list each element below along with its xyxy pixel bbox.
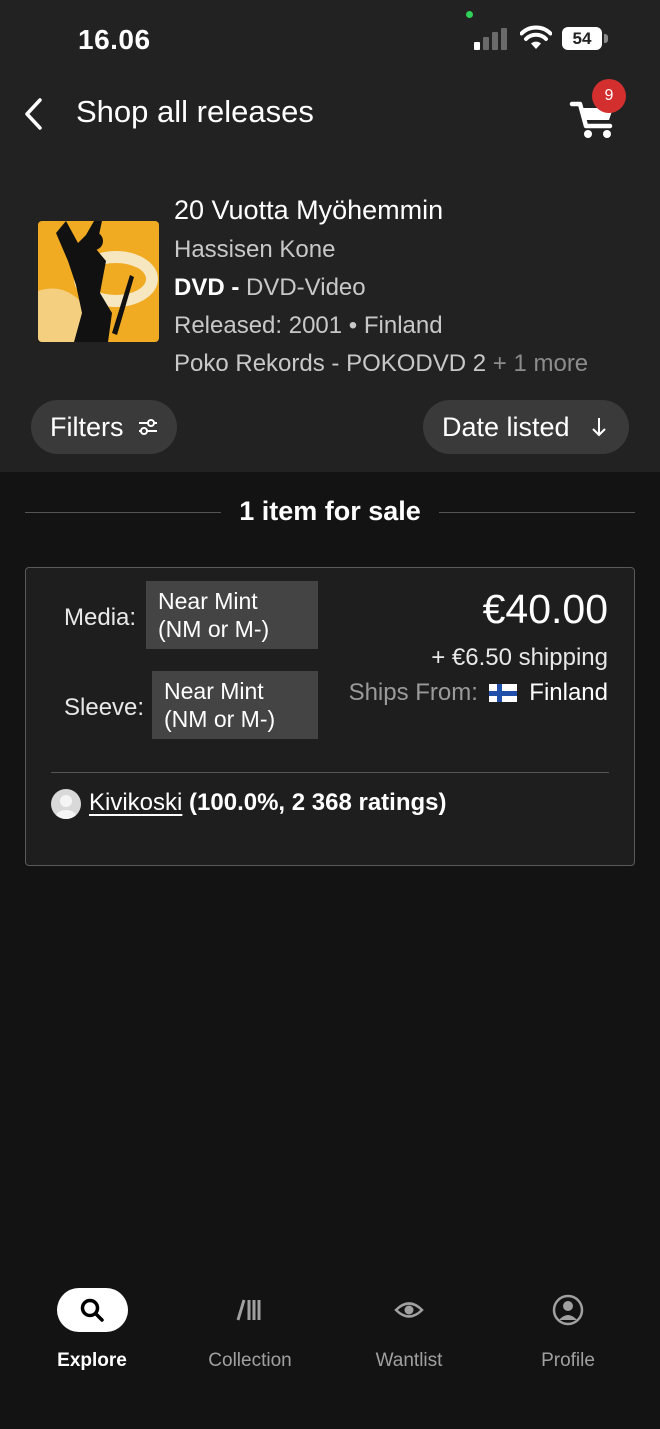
label-catalog: Poko Rekords - POKODVD 2: [174, 350, 487, 377]
label-more: + 1 more: [486, 350, 589, 377]
status-bar: 16.06 54: [0, 0, 660, 80]
sort-button[interactable]: Date listed: [423, 400, 629, 454]
items-for-sale-count: 1 item for sale: [239, 496, 421, 526]
ships-from-label: Ships From:: [348, 679, 478, 706]
format-detail: DVD-Video: [246, 274, 366, 301]
tab-label: Wantlist: [375, 1350, 443, 1371]
active-tab-indicator: [56, 1288, 128, 1332]
format-type: DVD -: [174, 274, 246, 301]
battery-icon: 54: [562, 27, 602, 50]
search-icon: [80, 1298, 104, 1322]
listing-divider: [51, 772, 609, 773]
release-cover-image[interactable]: [38, 221, 159, 342]
tab-wantlist[interactable]: Wantlist: [329, 1288, 489, 1372]
finland-flag-icon: [488, 684, 517, 702]
ships-from-country: Finland: [529, 679, 608, 706]
sleeve-condition-badge: Near Mint (NM or M-): [152, 671, 318, 739]
arrow-down-icon: [592, 418, 606, 437]
collection-icon: [236, 1299, 261, 1321]
release-summary: 20 Vuotta Myöhemmin Hassisen Kone DVD - …: [0, 190, 660, 380]
release-date-country: Released: 2001 • Finland: [174, 312, 443, 339]
item-price: €40.00: [482, 586, 608, 632]
filters-label: Filters: [50, 412, 124, 442]
release-format: DVD - DVD-Video: [174, 274, 588, 302]
filters-button[interactable]: Filters: [31, 400, 177, 454]
seller-name-link[interactable]: Kivikoski: [89, 789, 182, 816]
release-title[interactable]: 20 Vuotta Myöhemmin: [174, 195, 588, 226]
tab-label: Collection: [208, 1350, 292, 1371]
tab-label: Explore: [57, 1350, 127, 1371]
top-nav: Shop all releases: [0, 80, 660, 150]
tab-profile[interactable]: Profile: [488, 1288, 648, 1372]
tab-label: Profile: [541, 1350, 595, 1371]
seller-avatar[interactable]: [51, 789, 81, 819]
tab-collection[interactable]: Collection: [170, 1288, 330, 1372]
camera-indicator-icon: [466, 11, 473, 18]
ships-from: Ships From: Finland: [349, 679, 608, 707]
battery-cap: [604, 34, 608, 43]
battery-level: 54: [572, 29, 592, 48]
cart-count-badge: 9: [592, 79, 626, 113]
eye-icon: [394, 1302, 424, 1318]
release-label[interactable]: Poko Rekords - POKODVD 2 + 1 more: [174, 350, 588, 378]
back-button[interactable]: [18, 94, 50, 134]
wifi-icon: [520, 25, 552, 49]
profile-icon: [552, 1294, 584, 1326]
media-label: Media:: [64, 604, 137, 631]
bottom-tab-bar: Explore Collection Wantlist Profile: [0, 1270, 660, 1429]
sort-label: Date listed: [442, 412, 570, 442]
release-artist[interactable]: Hassisen Kone: [174, 236, 588, 264]
seller-info: Kivikoski (100.0%, 2 368 ratings): [89, 789, 447, 817]
user-silhouette-icon: [55, 795, 77, 819]
page-title: Shop all releases: [76, 94, 314, 129]
media-condition-badge: Near Mint (NM or M-): [146, 581, 318, 649]
sleeve-label: Sleeve:: [64, 694, 145, 721]
sliders-icon: [139, 419, 157, 435]
listing-card[interactable]: Media: Near Mint (NM or M-) Sleeve: Near…: [25, 567, 635, 866]
seller-rating: (100.0%, 2 368 ratings): [182, 789, 447, 816]
cellular-signal-icon: [474, 28, 510, 50]
tab-explore[interactable]: Explore: [12, 1288, 172, 1372]
shipping-cost: + €6.50 shipping: [431, 644, 608, 671]
status-time: 16.06: [78, 24, 151, 55]
